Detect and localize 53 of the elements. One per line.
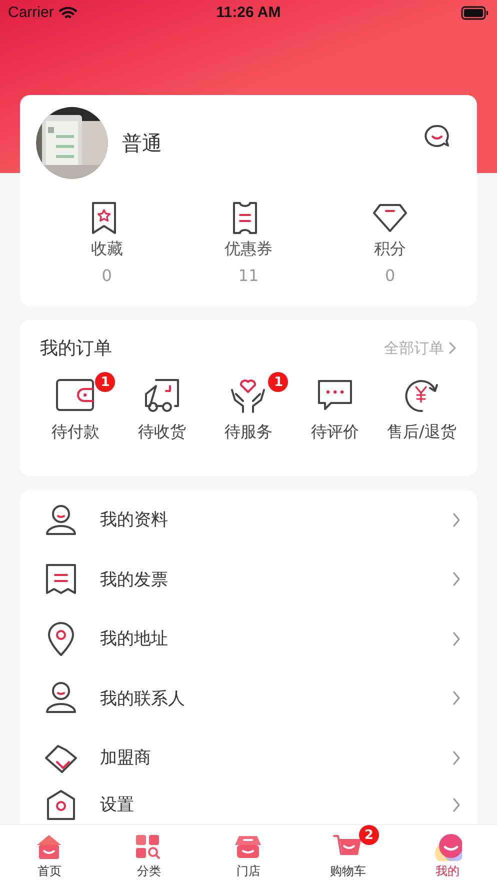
section-title: 我的订单 bbox=[40, 337, 112, 360]
order-label[interactable]: 待付款 bbox=[51, 422, 100, 443]
count-badge: 1 bbox=[268, 372, 288, 392]
menu-item[interactable]: 我的发票 bbox=[20, 550, 477, 609]
stat-label[interactable]: 优惠券 bbox=[224, 239, 272, 260]
user-name: 普通 bbox=[122, 130, 163, 156]
menu-item[interactable]: 我的资料 bbox=[20, 490, 477, 550]
receipt-icon bbox=[44, 562, 78, 596]
house-icon bbox=[44, 788, 78, 822]
chevron-icon bbox=[451, 512, 461, 528]
carrier-name: Carrier bbox=[8, 4, 54, 21]
wifi-icon bbox=[58, 6, 77, 20]
wallet-icon[interactable] bbox=[55, 376, 96, 414]
menu-item[interactable]: 我的联系人 bbox=[20, 668, 477, 728]
stat-label[interactable]: 积分 bbox=[374, 239, 406, 260]
chevron-icon bbox=[451, 796, 461, 812]
chevron-icon bbox=[451, 630, 461, 647]
menu-label: 加盟商 bbox=[100, 747, 152, 770]
chevron-icon bbox=[451, 571, 461, 588]
order-label[interactable]: 待服务 bbox=[224, 422, 272, 443]
stat-label[interactable]: 收藏 bbox=[90, 239, 123, 260]
stat-value: 0 bbox=[102, 266, 112, 285]
chevron-icon bbox=[451, 690, 461, 706]
battery-icon bbox=[460, 6, 489, 20]
tab-item[interactable]: 2 购物车 bbox=[298, 825, 398, 883]
count-badge: 1 bbox=[95, 372, 116, 392]
count-badge: 2 bbox=[358, 825, 379, 845]
order-label[interactable]: 待收货 bbox=[138, 422, 186, 443]
smiley-icon bbox=[432, 833, 462, 861]
chevron-icon bbox=[451, 750, 461, 766]
store-icon bbox=[234, 833, 264, 861]
chevron-icon bbox=[447, 341, 457, 355]
tab-item[interactable]: 门店 bbox=[198, 825, 298, 883]
menu-label: 设置 bbox=[100, 794, 135, 816]
menu-label: 我的资料 bbox=[100, 509, 169, 532]
menu-item[interactable]: 我的地址 bbox=[20, 609, 477, 668]
status-time: 11:26 AM bbox=[216, 4, 281, 21]
tab-item[interactable]: 我的 bbox=[398, 825, 497, 883]
menu-label: 我的发票 bbox=[100, 568, 169, 591]
tab-item[interactable]: 分类 bbox=[99, 825, 199, 883]
diamond-icon[interactable] bbox=[373, 201, 408, 235]
menu-label: 我的联系人 bbox=[100, 688, 186, 710]
person-icon bbox=[44, 502, 78, 537]
person-icon bbox=[44, 681, 78, 716]
menu-item[interactable]: 加盟商 bbox=[20, 728, 477, 788]
stat-value: 11 bbox=[238, 266, 259, 285]
menu-item[interactable]: 设置 bbox=[20, 788, 477, 822]
menu-label: 我的地址 bbox=[100, 628, 169, 650]
order-label[interactable]: 待评价 bbox=[311, 422, 360, 443]
order-label[interactable]: 售后/退货 bbox=[386, 422, 456, 443]
tab-item[interactable]: 首页 bbox=[0, 825, 100, 883]
stat-value: 0 bbox=[385, 266, 396, 285]
chat-icon[interactable] bbox=[423, 123, 451, 149]
